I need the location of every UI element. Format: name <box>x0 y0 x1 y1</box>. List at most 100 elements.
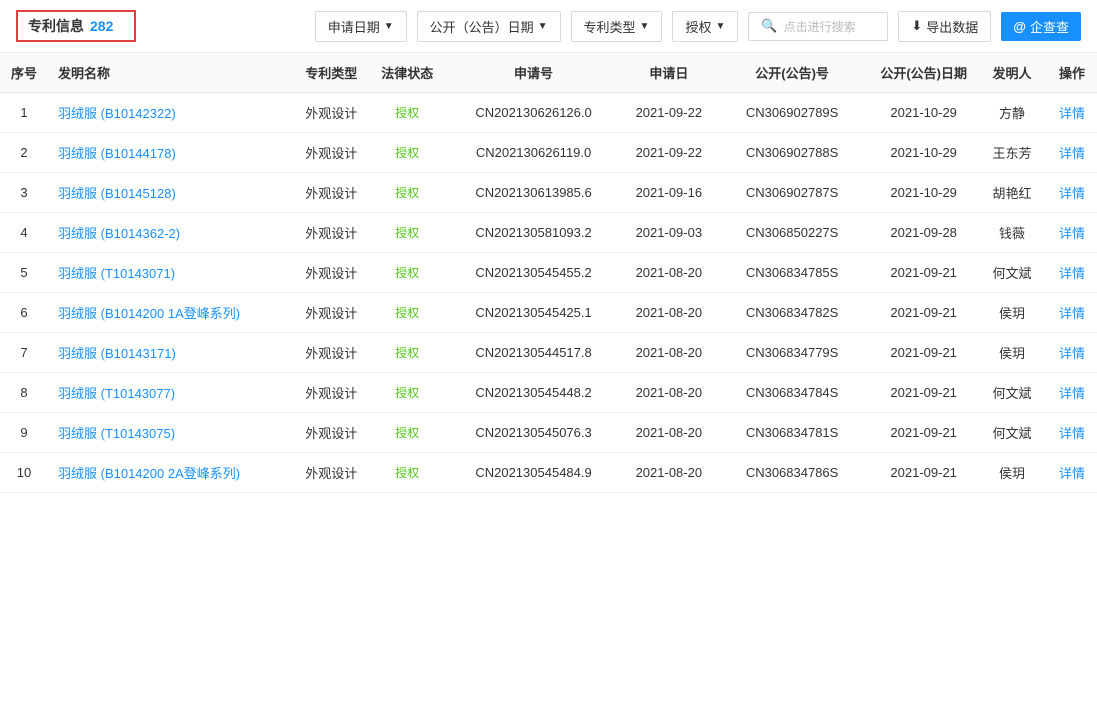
cell-inventor: 何文斌 <box>977 253 1047 293</box>
chevron-down-icon: ▼ <box>538 21 548 32</box>
chevron-down-icon: ▼ <box>715 21 725 32</box>
cell-status: 授权 <box>371 413 443 453</box>
cell-status: 授权 <box>371 253 443 293</box>
col-header-status: 法律状态 <box>371 53 443 93</box>
col-header-no: 序号 <box>0 53 48 93</box>
patent-title-box: 专利信息 282 <box>16 10 136 42</box>
cell-no: 8 <box>0 373 48 413</box>
qcq-icon: @ <box>1013 19 1026 34</box>
cell-appdate: 2021-08-20 <box>624 453 714 493</box>
cell-appno: CN202130545425.1 <box>443 293 624 333</box>
cell-op: 详情 <box>1047 453 1097 493</box>
cell-pubno: CN306902788S <box>714 133 871 173</box>
cell-op: 详情 <box>1047 253 1097 293</box>
cell-pubno: CN306902789S <box>714 93 871 133</box>
cell-no: 10 <box>0 453 48 493</box>
cell-inventor: 侯玥 <box>977 333 1047 373</box>
cell-appdate: 2021-08-20 <box>624 333 714 373</box>
cell-type: 外观设计 <box>291 173 371 213</box>
cell-pubno: CN306850227S <box>714 213 871 253</box>
cell-name: 羽绒服 (B10143171) <box>48 333 291 373</box>
cell-op: 详情 <box>1047 333 1097 373</box>
cell-pubno: CN306834779S <box>714 333 871 373</box>
table-row: 9 羽绒服 (T10143075) 外观设计 授权 CN202130545076… <box>0 413 1097 453</box>
cell-type: 外观设计 <box>291 93 371 133</box>
cell-no: 6 <box>0 293 48 333</box>
patent-count: 282 <box>90 18 113 34</box>
cell-appno: CN202130545484.9 <box>443 453 624 493</box>
cell-pubdate: 2021-10-29 <box>870 133 977 173</box>
cell-no: 4 <box>0 213 48 253</box>
search-icon: 🔍 <box>761 18 777 34</box>
cell-pubdate: 2021-09-28 <box>870 213 977 253</box>
cell-type: 外观设计 <box>291 213 371 253</box>
cell-appdate: 2021-09-03 <box>624 213 714 253</box>
cell-appno: CN202130626119.0 <box>443 133 624 173</box>
cell-status: 授权 <box>371 293 443 333</box>
cell-no: 2 <box>0 133 48 173</box>
cell-no: 7 <box>0 333 48 373</box>
cell-pubdate: 2021-10-29 <box>870 93 977 133</box>
cell-appdate: 2021-08-20 <box>624 413 714 453</box>
cell-type: 外观设计 <box>291 413 371 453</box>
cell-no: 1 <box>0 93 48 133</box>
cell-status: 授权 <box>371 213 443 253</box>
authorize-button[interactable]: 授权 ▼ <box>672 11 738 42</box>
cell-name: 羽绒服 (T10143077) <box>48 373 291 413</box>
cell-pubdate: 2021-09-21 <box>870 293 977 333</box>
cell-inventor: 何文斌 <box>977 413 1047 453</box>
patent-table-wrap: 序号 发明名称 专利类型 法律状态 申请号 申请日 公开(公告)号 公开(公告)… <box>0 53 1097 493</box>
table-row: 3 羽绒服 (B10145128) 外观设计 授权 CN202130613985… <box>0 173 1097 213</box>
patent-table: 序号 发明名称 专利类型 法律状态 申请号 申请日 公开(公告)号 公开(公告)… <box>0 53 1097 493</box>
cell-name: 羽绒服 (B1014200 2A登峰系列) <box>48 453 291 493</box>
cell-pubno: CN306834786S <box>714 453 871 493</box>
col-header-pubdate: 公开(公告)日期 <box>870 53 977 93</box>
cell-name: 羽绒服 (B10142322) <box>48 93 291 133</box>
cell-pubdate: 2021-09-21 <box>870 253 977 293</box>
cell-appno: CN202130581093.2 <box>443 213 624 253</box>
cell-status: 授权 <box>371 93 443 133</box>
apply-date-button[interactable]: 申请日期 ▼ <box>315 11 407 42</box>
cell-appno: CN202130545448.2 <box>443 373 624 413</box>
export-button[interactable]: ⬇ 导出数据 <box>898 11 991 42</box>
table-row: 6 羽绒服 (B1014200 1A登峰系列) 外观设计 授权 CN202130… <box>0 293 1097 333</box>
cell-appno: CN202130544517.8 <box>443 333 624 373</box>
cell-pubno: CN306834782S <box>714 293 871 333</box>
col-header-inventor: 发明人 <box>977 53 1047 93</box>
col-header-pubno: 公开(公告)号 <box>714 53 871 93</box>
cell-appdate: 2021-08-20 <box>624 253 714 293</box>
cell-pubno: CN306834781S <box>714 413 871 453</box>
col-header-name: 发明名称 <box>48 53 291 93</box>
cell-appno: CN202130613985.6 <box>443 173 624 213</box>
table-row: 4 羽绒服 (B1014362-2) 外观设计 授权 CN20213058109… <box>0 213 1097 253</box>
cell-pubdate: 2021-09-21 <box>870 333 977 373</box>
cell-op: 详情 <box>1047 293 1097 333</box>
cell-name: 羽绒服 (B10145128) <box>48 173 291 213</box>
cell-appdate: 2021-08-20 <box>624 373 714 413</box>
cell-inventor: 钱薇 <box>977 213 1047 253</box>
patent-type-button[interactable]: 专利类型 ▼ <box>571 11 663 42</box>
cell-type: 外观设计 <box>291 333 371 373</box>
qcq-button[interactable]: @ 企查查 <box>1001 12 1081 41</box>
cell-op: 详情 <box>1047 373 1097 413</box>
cell-pubdate: 2021-09-21 <box>870 373 977 413</box>
cell-name: 羽绒服 (B1014200 1A登峰系列) <box>48 293 291 333</box>
cell-appdate: 2021-09-16 <box>624 173 714 213</box>
cell-pubno: CN306902787S <box>714 173 871 213</box>
download-icon: ⬇ <box>911 18 922 34</box>
cell-status: 授权 <box>371 453 443 493</box>
table-row: 2 羽绒服 (B10144178) 外观设计 授权 CN202130626119… <box>0 133 1097 173</box>
cell-pubno: CN306834785S <box>714 253 871 293</box>
cell-type: 外观设计 <box>291 253 371 293</box>
cell-no: 5 <box>0 253 48 293</box>
table-row: 8 羽绒服 (T10143077) 外观设计 授权 CN202130545448… <box>0 373 1097 413</box>
cell-appno: CN202130545076.3 <box>443 413 624 453</box>
cell-inventor: 侯玥 <box>977 293 1047 333</box>
cell-appno: CN202130626126.0 <box>443 93 624 133</box>
cell-inventor: 方静 <box>977 93 1047 133</box>
cell-op: 详情 <box>1047 213 1097 253</box>
pub-date-button[interactable]: 公开（公告）日期 ▼ <box>417 11 561 42</box>
search-box[interactable]: 🔍 点击进行搜索 <box>748 12 888 41</box>
cell-pubdate: 2021-10-29 <box>870 173 977 213</box>
table-header-row: 序号 发明名称 专利类型 法律状态 申请号 申请日 公开(公告)号 公开(公告)… <box>0 53 1097 93</box>
